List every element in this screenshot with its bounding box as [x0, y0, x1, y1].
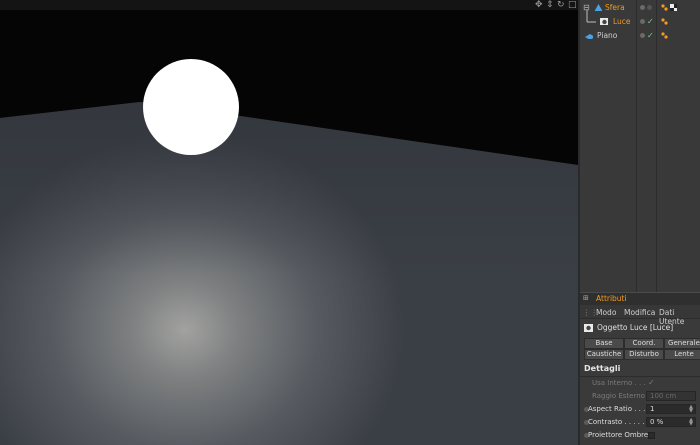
param-label: Contrasto . . . . .: [588, 418, 645, 426]
object-manager: ⊟ Sfera Luce ✓ Piano ✓: [580, 0, 700, 292]
attributes-title: Attributi: [596, 294, 627, 303]
spinner-icon[interactable]: ▲ ▼: [689, 418, 693, 427]
orbit-icon[interactable]: ⇕: [546, 0, 554, 10]
phong-tag-icon[interactable]: [661, 4, 668, 11]
tab-generale[interactable]: Generale: [664, 338, 700, 349]
column-separator: [656, 0, 657, 292]
editor-visibility-dot[interactable]: [640, 33, 645, 38]
tab-disturbo[interactable]: Disturbo: [624, 349, 664, 360]
param-usa-interno: Usa Interno . . . ✓: [580, 378, 700, 389]
sphere-object-icon: [594, 4, 602, 11]
zoom-icon[interactable]: ↻: [557, 0, 565, 10]
tab-base[interactable]: Base: [584, 338, 624, 349]
param-checkbox[interactable]: [648, 432, 655, 439]
param-label: Raggio Esterno: [592, 392, 645, 400]
param-input[interactable]: 0 % ▲ ▼: [646, 417, 696, 427]
tab-lente[interactable]: Lente: [664, 349, 700, 360]
plane-object-icon: [585, 34, 593, 39]
light-object-icon: [584, 324, 593, 332]
tab-coord[interactable]: Coord.: [624, 338, 664, 349]
maximize-icon[interactable]: □: [568, 0, 577, 10]
param-label: Usa Interno . . .: [592, 379, 646, 387]
param-aspect-ratio: Aspect Ratio . . . 1 ▲ ▼: [580, 404, 700, 415]
attributes-object-title: Oggetto Luce [Luce]: [597, 323, 674, 332]
enabled-check-icon[interactable]: ✓: [647, 15, 654, 28]
phong-tag-icon[interactable]: [661, 32, 668, 39]
editor-visibility-dot[interactable]: [640, 19, 645, 24]
object-name-piano[interactable]: Piano: [597, 29, 617, 42]
tab-caustiche[interactable]: Caustiche: [584, 349, 624, 360]
viewport-scene[interactable]: [0, 0, 578, 445]
menu-modo[interactable]: Modo: [596, 308, 616, 317]
param-label: Proiettore Ombre: [588, 431, 649, 439]
object-row-sfera[interactable]: ⊟ Sfera: [580, 1, 700, 14]
sphere-object[interactable]: [143, 59, 239, 155]
section-title: Dettagli: [584, 364, 621, 373]
3d-viewport[interactable]: ✥ ⇕ ↻ □: [0, 0, 578, 445]
attributes-titlebar: ⊞ Attributi: [580, 292, 700, 305]
param-raggio-esterno: Raggio Esterno 100 cm: [580, 391, 700, 402]
param-contrasto: Contrasto . . . . . 0 % ▲ ▼: [580, 417, 700, 428]
section-divider: [580, 376, 700, 377]
param-checkbox[interactable]: ✓: [648, 378, 655, 387]
param-input[interactable]: 1 ▲ ▼: [646, 404, 696, 414]
object-name-sfera[interactable]: Sfera: [605, 1, 625, 14]
editor-visibility-dot[interactable]: [640, 5, 645, 10]
panel-grip-icon[interactable]: ⊞: [583, 294, 589, 302]
ground-plane-shading: [0, 102, 578, 445]
menu-modifica[interactable]: Modifica: [624, 308, 655, 317]
phong-tag-icon[interactable]: [661, 18, 668, 25]
render-visibility-dot[interactable]: [647, 5, 652, 10]
spinner-icon[interactable]: ▲ ▼: [689, 405, 693, 414]
object-name-luce[interactable]: Luce: [613, 15, 631, 28]
right-panel: ⊟ Sfera Luce ✓ Piano ✓ ⊞ Attributi ⋮⋮ Mo…: [578, 0, 700, 445]
move-icon[interactable]: ✥: [535, 0, 543, 10]
light-object-icon: [600, 18, 608, 25]
param-proiettore-ombre: Proiettore Ombre: [580, 430, 700, 441]
attributes-menubar: ⋮⋮ Modo Modifica Dati Utente: [580, 305, 700, 326]
object-row-piano[interactable]: Piano ✓: [580, 29, 700, 42]
param-input[interactable]: 100 cm: [646, 391, 696, 401]
viewport-header: [0, 0, 578, 10]
column-separator: [636, 0, 637, 292]
param-label: Aspect Ratio . . .: [588, 405, 646, 413]
object-row-luce[interactable]: Luce ✓: [580, 15, 700, 28]
collapse-icon[interactable]: ⊟: [583, 1, 590, 14]
material-tag-icon[interactable]: [670, 4, 677, 11]
enabled-check-icon[interactable]: ✓: [647, 29, 654, 42]
attributes-manager: ⊞ Attributi ⋮⋮ Modo Modifica Dati Utente…: [580, 292, 700, 445]
